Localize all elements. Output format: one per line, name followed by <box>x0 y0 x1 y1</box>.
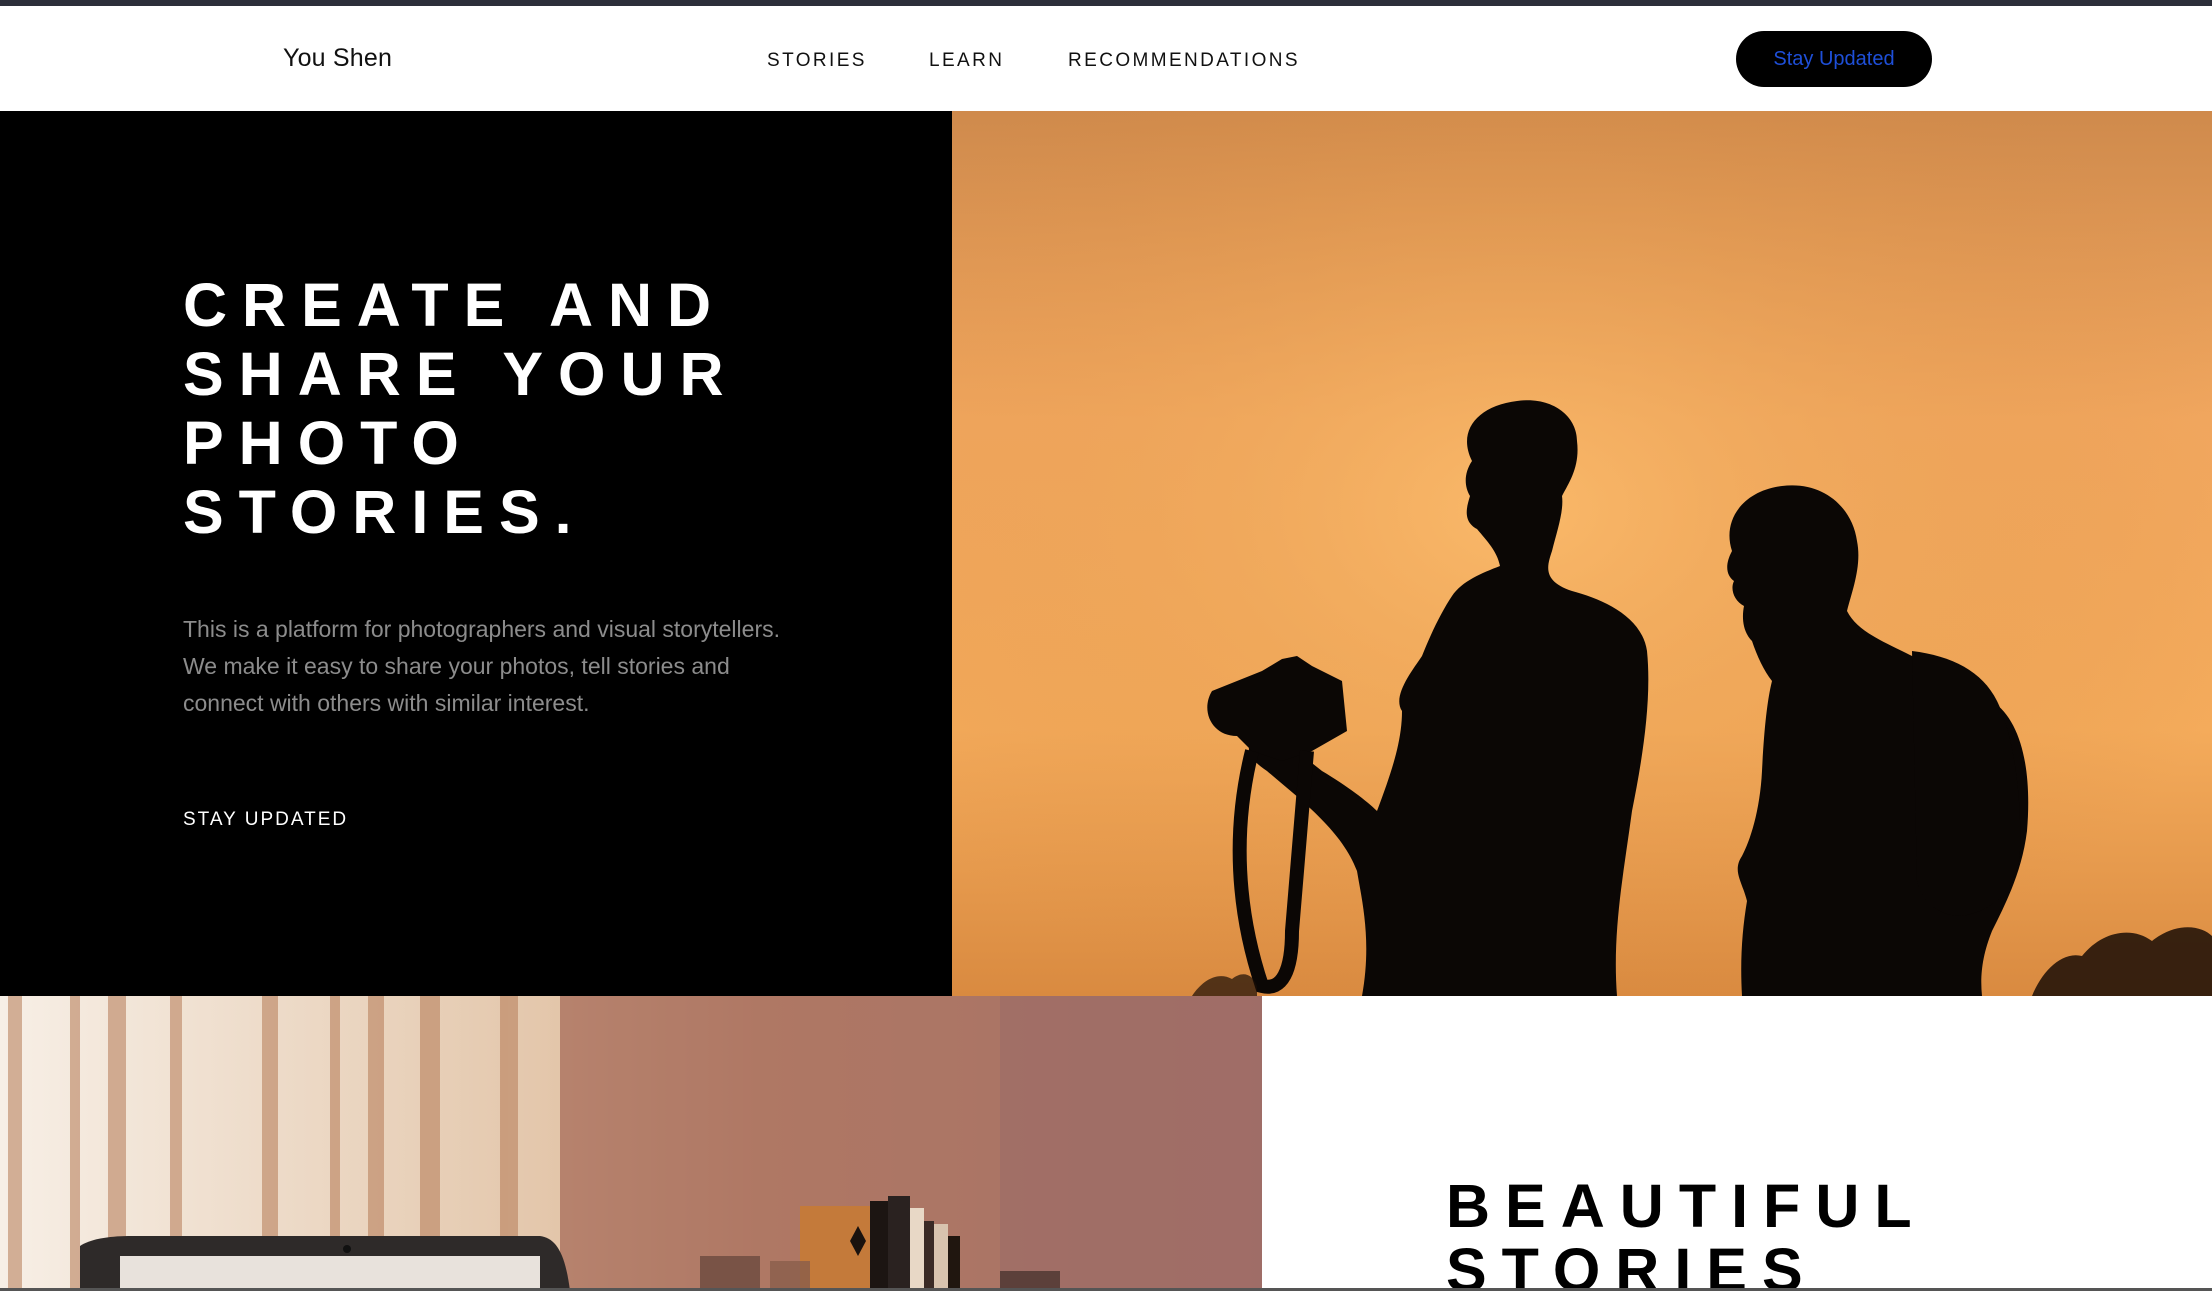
section-title-line: STORIES <box>1446 1236 1818 1291</box>
beautiful-stories-section: BEAUTIFUL STORIES <box>1262 996 2212 1291</box>
site-header: You Shen STORIES LEARN RECOMMENDATIONS S… <box>0 6 2212 111</box>
hero-title-line: CREATE AND <box>183 271 727 339</box>
stay-updated-button[interactable]: Stay Updated <box>1736 31 1932 87</box>
section-title: BEAUTIFUL STORIES <box>1446 1174 2206 1291</box>
silhouette-illustration <box>952 111 2212 996</box>
section-title-line: BEAUTIFUL <box>1446 1172 1927 1240</box>
hero-text-panel: CREATE AND SHARE YOUR PHOTO STORIES. Thi… <box>0 111 952 996</box>
hero-title-line: STORIES. <box>183 478 587 546</box>
hero-photo <box>952 111 2212 996</box>
hero-title-line: SHARE YOUR <box>183 340 739 408</box>
hero-title: CREATE AND SHARE YOUR PHOTO STORIES. <box>183 271 883 547</box>
desk-illustration <box>0 996 1262 1291</box>
nav-learn[interactable]: LEARN <box>929 50 1004 72</box>
desk-photo <box>0 996 1262 1291</box>
hero-stay-updated-link[interactable]: STAY UPDATED <box>183 809 348 831</box>
nav-recommendations[interactable]: RECOMMENDATIONS <box>1068 50 1300 72</box>
hero-title-line: PHOTO <box>183 409 474 477</box>
hero-description: This is a platform for photographers and… <box>183 616 780 716</box>
nav-stories[interactable]: STORIES <box>767 50 867 72</box>
